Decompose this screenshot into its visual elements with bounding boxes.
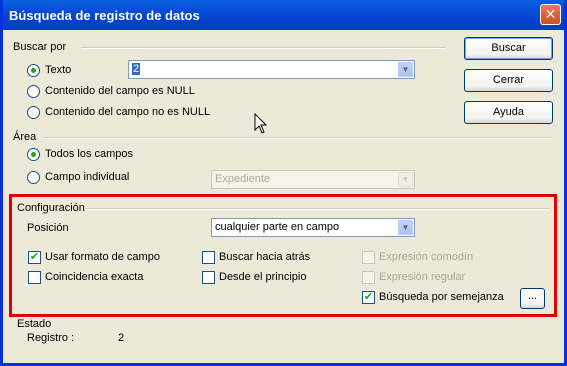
dialog-window: Búsqueda de registro de datos ✕ Buscar p… [0,0,567,366]
buscar-button[interactable]: Buscar [464,37,553,60]
chevron-down-icon: ▼ [398,172,413,187]
search-text-value: 2 [132,63,141,75]
radio-texto-label[interactable]: Texto [45,64,71,76]
checkbox-desde-principio[interactable] [202,271,215,284]
checkbox-coincidencia-exacta[interactable] [28,271,41,284]
checkbox-busqueda-semejanza[interactable]: ✔ [362,291,375,304]
field-combobox[interactable]: Expediente ▼ [211,170,415,189]
title-bar[interactable]: Búsqueda de registro de datos ✕ [3,0,564,30]
close-button[interactable]: ✕ [540,4,561,25]
posicion-label: Posición [27,222,69,234]
radio-todos-campos[interactable] [27,148,40,161]
registro-value: 2 [118,332,125,344]
area-heading: Área [13,131,37,143]
chevron-down-icon[interactable]: ▼ [398,62,413,77]
checkbox-expresion-regular-label: Expresión regular [379,271,466,283]
checkbox-usar-formato[interactable]: ✔ [28,251,41,264]
estado-heading: Estado [17,318,52,330]
checkbox-desde-principio-label[interactable]: Desde el principio [219,271,306,283]
checkbox-coincidencia-exacta-label[interactable]: Coincidencia exacta [45,271,143,283]
field-value: Expediente [215,173,271,185]
buscar-por-heading: Buscar por [13,41,67,53]
checkbox-usar-formato-label[interactable]: Usar formato de campo [45,251,160,263]
radio-not-null-label[interactable]: Contenido del campo no es NULL [45,106,210,118]
chevron-down-icon[interactable]: ▼ [398,220,413,235]
window-title: Búsqueda de registro de datos [9,8,200,23]
checkbox-buscar-atras-label[interactable]: Buscar hacia atrás [219,251,310,263]
radio-texto[interactable] [27,64,40,77]
radio-null[interactable] [27,85,40,98]
configuracion-heading: Configuración [17,202,85,214]
radio-campo-individual-label[interactable]: Campo individual [45,171,129,183]
posicion-value: cualquier parte en campo [215,221,340,233]
checkbox-buscar-atras[interactable] [202,251,215,264]
similarity-options-button[interactable]: ... [520,288,545,309]
radio-not-null[interactable] [27,106,40,119]
cerrar-button[interactable]: Cerrar [464,69,553,92]
radio-campo-individual[interactable] [27,171,40,184]
search-text-combobox[interactable]: 2 ▼ [128,60,415,79]
separator [81,47,446,49]
posicion-combobox[interactable]: cualquier parte en campo ▼ [211,218,415,237]
checkbox-busqueda-semejanza-label[interactable]: Búsqueda por semejanza [379,291,504,303]
mouse-pointer-icon [254,113,268,134]
ayuda-button[interactable]: Ayuda [464,101,553,124]
radio-todos-campos-label[interactable]: Todos los campos [45,148,133,160]
checkbox-expresion-regular [362,271,375,284]
checkbox-expresion-comodin-label: Expresión comodín [379,251,474,263]
checkbox-expresion-comodin [362,251,375,264]
registro-label: Registro : [27,332,75,344]
radio-null-label[interactable]: Contenido del campo es NULL [45,85,195,97]
separator [43,137,553,139]
separator [85,208,550,210]
